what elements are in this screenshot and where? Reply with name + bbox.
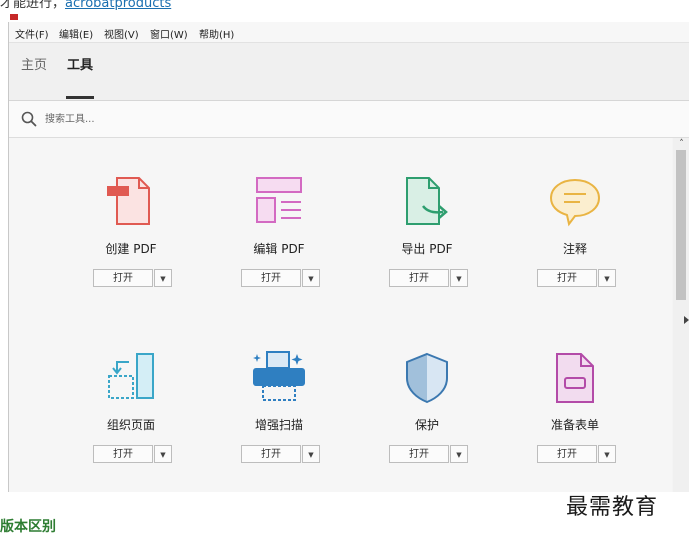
tool-comment: 注释 打开 ▼ <box>510 174 640 324</box>
tool-name: 注释 <box>562 242 587 256</box>
open-dropdown-button[interactable]: ▼ <box>154 445 172 463</box>
top-link[interactable]: acrobatproducts <box>65 0 171 11</box>
open-button[interactable]: 打开 <box>537 269 597 287</box>
window-title-ghost <box>380 8 510 18</box>
tab-home[interactable]: 主页 <box>21 54 47 73</box>
open-dropdown-button[interactable]: ▼ <box>450 445 468 463</box>
menu-help[interactable]: 帮助(H) <box>199 26 234 41</box>
vertical-scrollbar[interactable]: ˄ <box>673 138 689 492</box>
tool-name: 导出 PDF <box>401 242 453 256</box>
tool-name: 编辑 PDF <box>253 242 305 256</box>
open-button[interactable]: 打开 <box>93 445 153 463</box>
menu-bar: 文件(F) 编辑(E) 视图(V) 窗口(W) 帮助(H) <box>9 22 689 43</box>
edit-pdf-icon[interactable] <box>251 174 307 230</box>
menu-file[interactable]: 文件(F) <box>15 26 49 41</box>
search-input[interactable] <box>45 111 345 127</box>
tool-name: 创建 PDF <box>105 242 157 256</box>
page-top-strip: 才能进行，acrobatproducts <box>0 0 689 22</box>
open-dropdown-button[interactable]: ▼ <box>154 269 172 287</box>
open-dropdown-button[interactable]: ▼ <box>302 269 320 287</box>
panel-expand-icon[interactable] <box>684 316 689 324</box>
tool-organize-pages: 组织页面 打开 ▼ <box>66 350 196 500</box>
menu-edit[interactable]: 编辑(E) <box>59 26 93 41</box>
search-icon[interactable] <box>21 111 37 127</box>
comment-icon[interactable] <box>547 174 603 230</box>
top-text-fragment: 才能进行，acrobatproducts <box>0 0 171 11</box>
open-button[interactable]: 打开 <box>241 445 301 463</box>
active-tab-indicator <box>66 96 94 99</box>
open-button[interactable]: 打开 <box>389 269 449 287</box>
tool-name: 保护 <box>414 418 439 432</box>
search-bar <box>9 101 689 138</box>
tool-create-pdf: 创建 PDF 打开 ▼ <box>66 174 196 324</box>
open-dropdown-button[interactable]: ▼ <box>598 445 616 463</box>
open-dropdown-button[interactable]: ▼ <box>598 269 616 287</box>
tool-protect: 保护 打开 ▼ <box>362 350 492 500</box>
tools-grid: 创建 PDF 打开 ▼ 编辑 PDF 打开 ▼ 导出 PDF 打开 ▼ 注释 打… <box>9 138 672 492</box>
open-dropdown-button[interactable]: ▼ <box>302 445 320 463</box>
tool-edit-pdf: 编辑 PDF 打开 ▼ <box>214 174 344 324</box>
watermark-text: 最需教育 <box>566 495 659 520</box>
section-heading: 版本区别 <box>0 519 56 535</box>
app-logo-icon <box>10 14 18 20</box>
menu-window[interactable]: 窗口(W) <box>150 26 188 41</box>
protect-icon[interactable] <box>399 350 455 406</box>
scroll-up-icon[interactable]: ˄ <box>676 139 687 149</box>
menu-view[interactable]: 视图(V) <box>104 26 139 41</box>
scroll-thumb[interactable] <box>676 150 686 300</box>
organize-pages-icon[interactable] <box>103 350 159 406</box>
tool-export-pdf: 导出 PDF 打开 ▼ <box>362 174 492 324</box>
top-text-prefix: 才能进行， <box>0 0 66 11</box>
prepare-form-icon[interactable] <box>547 350 603 406</box>
open-button[interactable]: 打开 <box>537 445 597 463</box>
tab-tools[interactable]: 工具 <box>67 54 93 73</box>
enhance-scan-icon[interactable] <box>251 350 307 406</box>
open-button[interactable]: 打开 <box>93 269 153 287</box>
acrobat-window: 文件(F) 编辑(E) 视图(V) 窗口(W) 帮助(H) 主页 工具 创建 P… <box>8 22 689 492</box>
tool-enhance-scan: 增强扫描 打开 ▼ <box>214 350 344 500</box>
open-button[interactable]: 打开 <box>241 269 301 287</box>
tool-name: 准备表单 <box>550 418 599 432</box>
export-pdf-icon[interactable] <box>399 174 455 230</box>
tab-bar: 主页 工具 <box>9 43 689 101</box>
open-dropdown-button[interactable]: ▼ <box>450 269 468 287</box>
tool-prepare-form: 准备表单 打开 ▼ <box>510 350 640 500</box>
tool-name: 组织页面 <box>106 418 155 432</box>
create-pdf-icon[interactable] <box>103 174 159 230</box>
open-button[interactable]: 打开 <box>389 445 449 463</box>
tool-name: 增强扫描 <box>254 418 303 432</box>
